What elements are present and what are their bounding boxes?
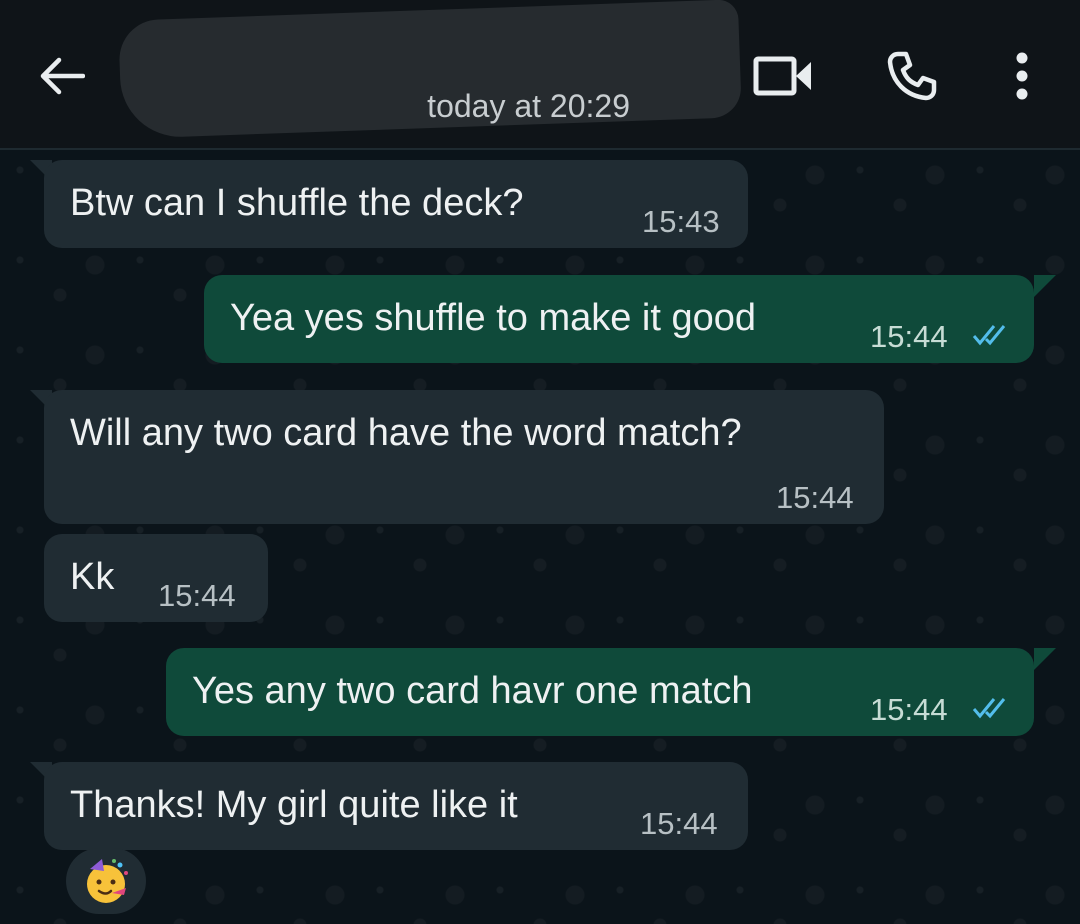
message-time: 15:44 [870,692,948,727]
message-bubble-incoming[interactable]: Kk 15:44 [44,534,268,622]
message-text: Yes any two card havr one match [192,670,753,712]
message-time: 15:44 [776,480,854,515]
message-bubble-incoming[interactable]: Will any two card have the word match? 1… [44,390,884,524]
read-receipt-icon [972,698,1006,719]
message-time: 15:44 [870,319,948,354]
more-vertical-icon [1016,52,1028,100]
arrow-left-icon [40,57,85,95]
partying-face-icon [87,859,128,903]
phone-icon [887,51,937,101]
message-text: Will any two card have the word match? [70,412,742,454]
video-call-icon [753,56,811,96]
message-text: Btw can I shuffle the deck? [70,182,524,224]
bubble-tail [1034,648,1056,670]
video-call-button[interactable] [752,44,816,108]
message-text: Thanks! My girl quite like it [70,784,518,826]
last-seen-status: today at 20:29 [250,86,630,126]
message-time: 15:44 [158,578,236,613]
message-bubble-incoming[interactable]: Btw can I shuffle the deck? 15:43 [44,160,748,248]
message-bubble-outgoing[interactable]: Yes any two card havr one match 15:44 [166,648,1034,736]
message-time: 15:43 [642,204,720,239]
last-seen-text: today at 20:29 [427,88,630,124]
more-options-button[interactable] [990,44,1054,108]
message-time: 15:44 [640,806,718,841]
message-text: Yea yes shuffle to make it good [230,297,757,339]
chat-header: today at 20:29 [0,0,1080,150]
message-reaction[interactable] [66,848,146,914]
back-button[interactable] [30,44,94,108]
message-bubble-outgoing[interactable]: Yea yes shuffle to make it good 15:44 [204,275,1034,363]
message-text: Kk [70,556,115,598]
bubble-tail [1034,275,1056,297]
voice-call-button[interactable] [880,44,944,108]
read-receipt-icon [972,325,1006,346]
message-bubble-incoming[interactable]: Thanks! My girl quite like it 15:44 [44,762,748,850]
